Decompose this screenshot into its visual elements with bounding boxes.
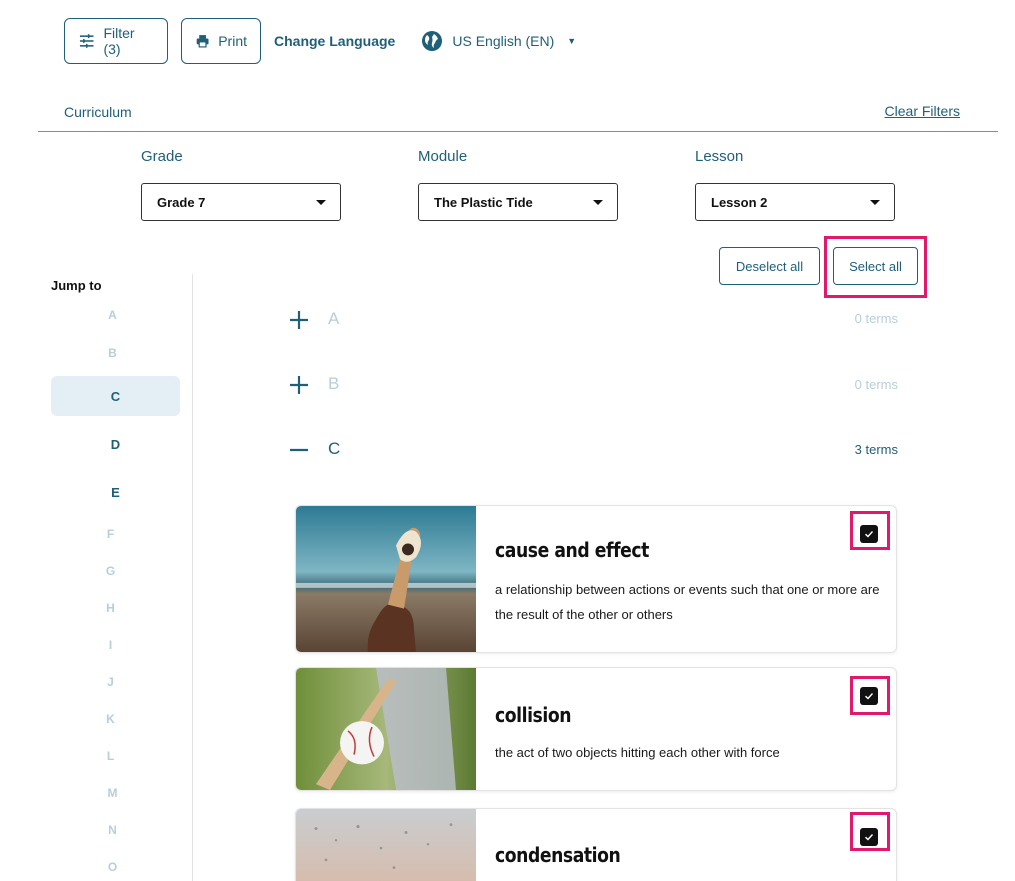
- grade-label: Grade: [141, 148, 183, 165]
- jump-letter-j[interactable]: J: [46, 675, 175, 689]
- jump-letter-d[interactable]: D: [51, 437, 180, 452]
- term-title: collision: [495, 703, 572, 727]
- term-title: cause and effect: [495, 538, 649, 562]
- module-select[interactable]: The Plastic Tide: [418, 183, 618, 221]
- jump-letter-g[interactable]: G: [46, 564, 175, 578]
- jump-letter-k[interactable]: K: [46, 712, 175, 726]
- minus-icon[interactable]: [289, 440, 309, 460]
- term-definition: the act of two objects hitting each othe…: [495, 745, 780, 760]
- curriculum-label: Curriculum: [64, 104, 132, 120]
- grade-select[interactable]: Grade 7: [141, 183, 341, 221]
- jump-letter-m[interactable]: M: [48, 786, 177, 800]
- jump-letter-i[interactable]: I: [46, 638, 175, 652]
- caret-down-icon: [870, 199, 880, 205]
- grade-filter: Grade Grade 7: [141, 148, 341, 221]
- caret-down-icon: ▼: [567, 36, 577, 46]
- section-letter-c[interactable]: C: [328, 439, 340, 459]
- jump-letter-c[interactable]: C: [51, 389, 180, 404]
- module-value: The Plastic Tide: [434, 194, 533, 210]
- caret-down-icon: [316, 199, 326, 205]
- jump-letter-o[interactable]: O: [48, 860, 177, 874]
- jump-to-title: Jump to: [51, 278, 102, 293]
- filter-button-label: Filter (3): [103, 25, 135, 57]
- highlight-box: [850, 511, 890, 550]
- term-card: condensation: [295, 808, 897, 881]
- clear-filters-link[interactable]: Clear Filters: [885, 103, 960, 119]
- jump-letter-b[interactable]: B: [48, 346, 177, 360]
- jump-letter-a[interactable]: A: [48, 308, 177, 322]
- globe-icon: [422, 31, 443, 51]
- change-language-label: Change Language: [274, 33, 396, 49]
- jump-letter-h[interactable]: H: [46, 601, 175, 615]
- language-select[interactable]: US English (EN) ▼: [421, 30, 576, 52]
- term-card: collision the act of two objects hitting…: [295, 667, 897, 791]
- term-card: cause and effect a relationship between …: [295, 505, 897, 653]
- filter-button[interactable]: Filter (3): [64, 18, 168, 64]
- language-value: US English (EN): [452, 33, 555, 49]
- print-button[interactable]: Print: [181, 18, 261, 64]
- plus-icon[interactable]: [289, 375, 309, 395]
- term-image: [296, 668, 476, 790]
- deselect-all-button[interactable]: Deselect all: [719, 247, 820, 285]
- term-definition: a relationship between actions or events…: [495, 582, 880, 622]
- section-letter-b[interactable]: B: [328, 374, 339, 394]
- module-filter: Module The Plastic Tide: [418, 148, 618, 221]
- lesson-select[interactable]: Lesson 2: [695, 183, 895, 221]
- highlight-box: [850, 676, 890, 715]
- curriculum-bar: Curriculum Clear Filters: [38, 100, 998, 132]
- jump-letter-n[interactable]: N: [48, 823, 177, 837]
- section-count-b: 0 terms: [854, 377, 898, 392]
- section-count-c: 3 terms: [854, 442, 898, 457]
- printer-icon: [196, 35, 209, 48]
- caret-down-icon: [593, 199, 603, 205]
- section-count-a: 0 terms: [854, 311, 898, 326]
- term-title: condensation: [495, 843, 621, 867]
- jump-letter-e[interactable]: E: [51, 485, 180, 500]
- jump-letter-f[interactable]: F: [46, 527, 175, 541]
- toolbar: Filter (3) Print Change Language US Engl…: [64, 18, 576, 64]
- highlight-box: [850, 812, 890, 851]
- module-label: Module: [418, 148, 468, 165]
- jump-letter-l[interactable]: L: [46, 749, 175, 763]
- plus-icon[interactable]: [289, 310, 309, 330]
- lesson-label: Lesson: [695, 148, 744, 165]
- lesson-filter: Lesson Lesson 2: [695, 148, 895, 221]
- jump-divider: [192, 274, 193, 881]
- section-letter-a[interactable]: A: [328, 309, 339, 329]
- sliders-icon: [79, 34, 94, 48]
- print-button-label: Print: [218, 33, 247, 49]
- term-image: [296, 809, 476, 881]
- term-image: [296, 506, 476, 652]
- grade-value: Grade 7: [157, 194, 206, 210]
- lesson-value: Lesson 2: [711, 194, 768, 210]
- highlight-box: [824, 236, 927, 298]
